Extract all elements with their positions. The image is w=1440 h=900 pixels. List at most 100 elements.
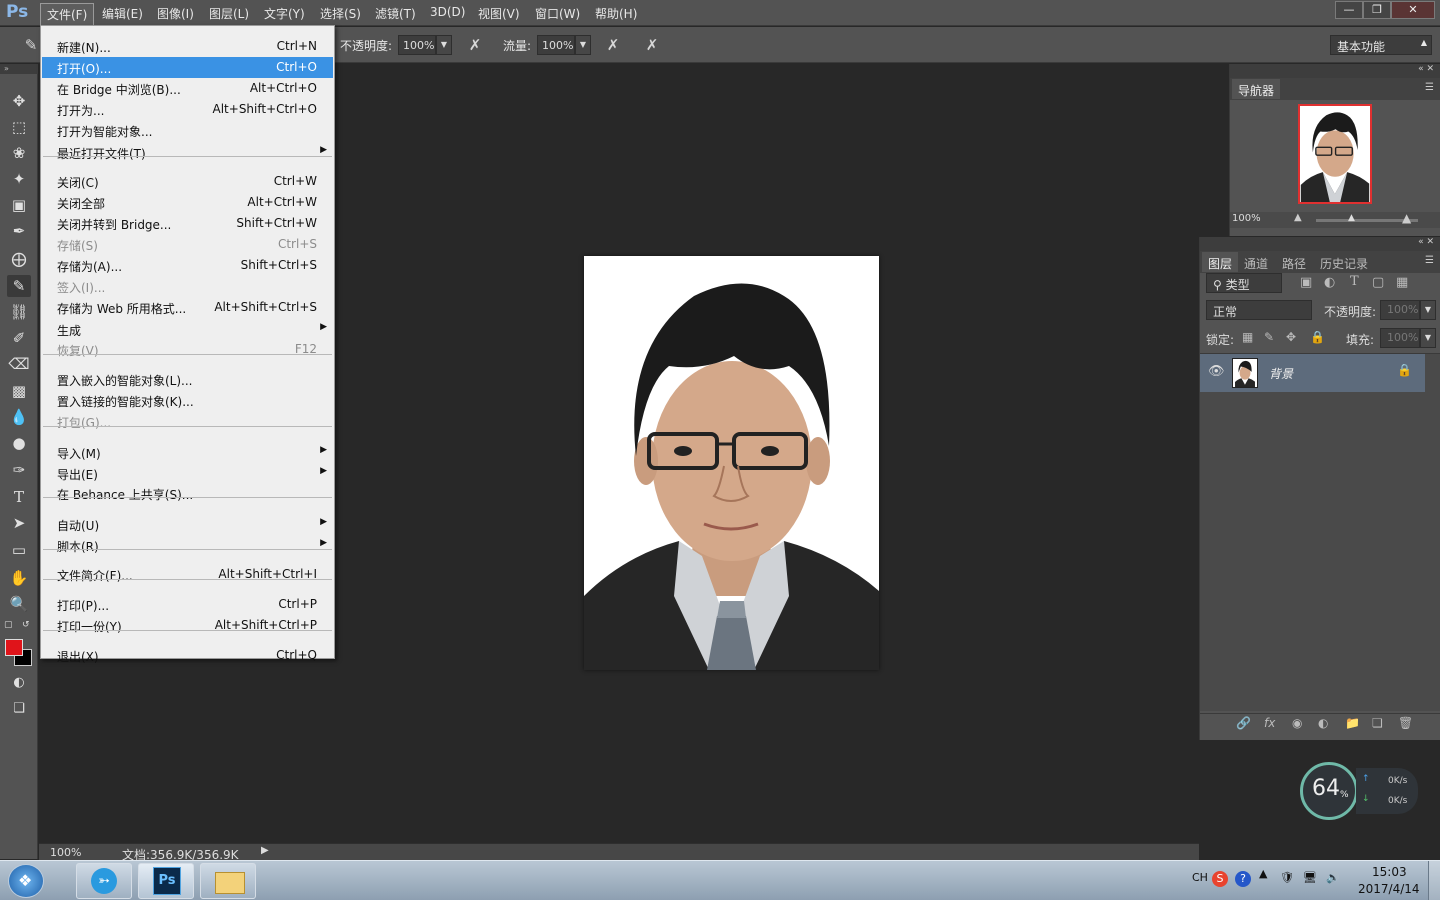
layers-collapse-bar[interactable]: « ✕ <box>1200 237 1440 251</box>
close-window-button[interactable]: ✕ <box>1391 1 1435 19</box>
volume-icon[interactable]: 🔊 <box>1326 871 1340 884</box>
trash-icon[interactable]: 🗑 <box>1398 716 1413 730</box>
swap-colors-icon[interactable]: ↺ <box>22 620 30 630</box>
filter-adjustment-icon[interactable]: ◐ <box>1324 275 1335 290</box>
file-menu-item[interactable]: 关闭(C) Ctrl+W <box>42 171 333 192</box>
panel-menu-icon[interactable]: ☰ <box>1425 82 1434 93</box>
menu-type[interactable]: 文字(Y) <box>264 5 305 22</box>
security-shield-icon[interactable]: 🛡 <box>1280 871 1294 884</box>
status-zoom[interactable]: 100% <box>50 846 81 859</box>
menu-view[interactable]: 视图(V) <box>478 5 520 22</box>
blur-tool-icon[interactable]: 💧 <box>7 406 31 428</box>
file-menu-item[interactable]: 退出(X) Ctrl+Q <box>42 645 333 666</box>
lock-transparent-icon[interactable]: ▦ <box>1242 330 1253 344</box>
file-menu-item[interactable]: 关闭全部 Alt+Ctrl+W <box>42 192 333 213</box>
clock-date[interactable]: 2017/4/14 <box>1358 882 1420 896</box>
layers-panel-menu-icon[interactable]: ☰ <box>1425 255 1434 266</box>
file-menu-item[interactable]: 在 Behance 上共享(S)... <box>42 483 333 504</box>
file-menu-item[interactable]: 打开为智能对象... <box>42 120 333 141</box>
visibility-eye-icon[interactable]: 👁 <box>1208 364 1225 379</box>
taskbar-photoshop-button[interactable]: Ps <box>138 863 194 899</box>
tab-channels[interactable]: 通道 <box>1238 252 1274 272</box>
tray-expand-icon[interactable]: ▲ <box>1259 867 1267 880</box>
hand-tool-icon[interactable]: ✋ <box>7 567 31 589</box>
restore-button[interactable]: ❐ <box>1363 1 1391 19</box>
network-icon[interactable]: 🖥 <box>1303 871 1317 884</box>
menu-edit[interactable]: 编辑(E) <box>102 5 143 22</box>
navigator-collapse-bar[interactable]: « ✕ <box>1230 64 1440 78</box>
pen-tool-icon[interactable]: ✑ <box>7 459 31 481</box>
filter-smart-object-icon[interactable]: ▦ <box>1396 275 1408 290</box>
file-menu-item[interactable]: 导出(E) ▶ <box>42 463 333 484</box>
layer-row-background[interactable]: 👁 背景 🔒 <box>1200 354 1425 392</box>
lock-all-icon[interactable]: 🔒 <box>1310 330 1325 344</box>
path-selection-tool-icon[interactable]: ➤ <box>7 512 31 534</box>
gradient-tool-icon[interactable]: ▩ <box>7 380 31 402</box>
file-menu-item[interactable]: 打开(O)... Ctrl+O <box>42 57 333 78</box>
airbrush-icon[interactable]: ✗ <box>604 36 622 54</box>
layer-filter-select[interactable]: ⚲ 类型 <box>1206 273 1282 293</box>
magic-wand-tool-icon[interactable]: ✦ <box>7 168 31 190</box>
network-speed-widget[interactable]: 64 % ↑ 0K/s ↓ 0K/s <box>1300 762 1422 820</box>
ime-language[interactable]: CH <box>1192 871 1208 884</box>
file-menu-item[interactable]: 自动(U) ▶ <box>42 514 333 535</box>
brush-tool-icon[interactable]: ✎ <box>7 275 31 297</box>
healing-brush-tool-icon[interactable]: ⨁ <box>7 248 31 270</box>
menu-3d[interactable]: 3D(D) <box>430 5 465 19</box>
filter-type-icon[interactable]: T <box>1350 274 1359 289</box>
file-menu-item[interactable]: 新建(N)... Ctrl+N <box>42 36 333 57</box>
file-menu-item[interactable]: 导入(M) ▶ <box>42 442 333 463</box>
menu-layer[interactable]: 图层(L) <box>209 5 249 22</box>
new-layer-icon[interactable]: ❏ <box>1372 716 1383 730</box>
menu-image[interactable]: 图像(I) <box>157 5 194 22</box>
tab-layers[interactable]: 图层 <box>1202 252 1239 272</box>
add-mask-icon[interactable]: ◉ <box>1292 716 1302 730</box>
workspace-select[interactable]: 基本功能 ▲ <box>1330 35 1432 55</box>
lock-position-icon[interactable]: ✥ <box>1286 330 1296 344</box>
lasso-tool-icon[interactable]: ❀ <box>7 142 31 164</box>
menu-file[interactable]: 文件(F) <box>40 3 95 26</box>
lock-pixels-icon[interactable]: ✎ <box>1264 330 1274 344</box>
file-menu-item[interactable]: 打印一份(Y) Alt+Shift+Ctrl+P <box>42 615 333 636</box>
eraser-tool-icon[interactable]: ⌫ <box>7 353 31 375</box>
pressure-opacity-icon[interactable]: ✗ <box>466 36 484 54</box>
link-layers-icon[interactable]: 🔗 <box>1236 716 1251 730</box>
taskbar-browser-button[interactable]: ➳ <box>76 863 132 899</box>
dodge-tool-icon[interactable]: ● <box>7 432 31 454</box>
filter-shape-icon[interactable]: ▢ <box>1372 275 1384 290</box>
file-menu-item[interactable]: 置入链接的智能对象(K)... <box>42 390 333 411</box>
file-menu-item[interactable]: 在 Bridge 中浏览(B)... Alt+Ctrl+O <box>42 78 333 99</box>
file-menu-item[interactable]: 脚本(R) ▶ <box>42 535 333 556</box>
quick-mask-icon[interactable]: ◐ <box>7 672 31 694</box>
layer-opacity-dropdown[interactable]: ▼ <box>1420 300 1436 320</box>
foreground-color-swatch[interactable] <box>5 639 23 656</box>
file-menu-item[interactable]: 置入嵌入的智能对象(L)... <box>42 369 333 390</box>
menu-select[interactable]: 选择(S) <box>320 5 361 22</box>
file-menu-item[interactable]: 打开为... Alt+Shift+Ctrl+O <box>42 99 333 120</box>
fill-dropdown[interactable]: ▼ <box>1420 328 1436 348</box>
new-group-icon[interactable]: 📁 <box>1345 716 1360 730</box>
zoom-slider-handle[interactable]: ▲ <box>1348 213 1355 223</box>
tab-history[interactable]: 历史记录 <box>1314 252 1374 272</box>
rectangle-tool-icon[interactable]: ▭ <box>7 539 31 561</box>
menu-filter[interactable]: 滤镜(T) <box>375 5 416 22</box>
pressure-size-icon[interactable]: ✗ <box>643 36 661 54</box>
move-tool-icon[interactable]: ✥ <box>7 90 31 112</box>
menu-help[interactable]: 帮助(H) <box>595 5 637 22</box>
file-menu-item[interactable]: 生成 ▶ <box>42 319 333 340</box>
zoom-out-icon[interactable]: ▲ <box>1294 212 1302 223</box>
file-menu-item[interactable]: 存储为 Web 所用格式... Alt+Shift+Ctrl+S <box>42 297 333 318</box>
sogou-ime-icon[interactable]: S <box>1212 871 1228 887</box>
layer-style-fx-icon[interactable]: fx <box>1264 716 1275 730</box>
show-desktop-button[interactable] <box>1428 861 1440 900</box>
tab-paths[interactable]: 路径 <box>1276 252 1312 272</box>
tab-navigator[interactable]: 导航器 <box>1232 79 1281 99</box>
toolbar-collapse-icon[interactable]: » <box>0 64 38 74</box>
file-menu-item[interactable]: 关闭并转到 Bridge... Shift+Ctrl+W <box>42 213 333 234</box>
blend-mode-select[interactable]: 正常 <box>1206 300 1312 320</box>
opacity-dropdown[interactable]: ▼ <box>436 35 452 55</box>
taskbar-explorer-button[interactable] <box>200 863 256 899</box>
file-menu-item[interactable]: 打印(P)... Ctrl+P <box>42 594 333 615</box>
file-menu-item[interactable]: 存储为(A)... Shift+Ctrl+S <box>42 255 333 276</box>
clone-stamp-tool-icon[interactable]: ⛓ <box>7 301 31 323</box>
